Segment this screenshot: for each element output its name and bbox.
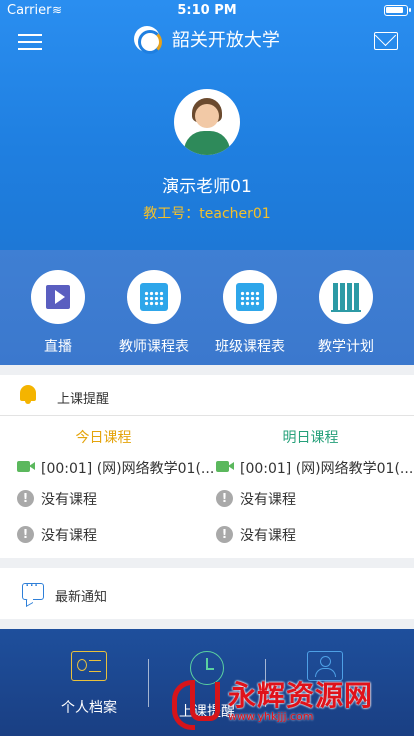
teacher-id-value: teacher01 — [199, 206, 271, 222]
info-icon: ! — [17, 490, 34, 507]
university-logo-icon — [134, 26, 163, 54]
quick-action-class-schedule[interactable]: 班级课程表 — [200, 270, 300, 356]
battery-icon — [384, 5, 411, 16]
info-icon: ! — [216, 490, 233, 507]
today-course-item: ! 没有课程 — [17, 487, 224, 511]
status-bar: Carrier ≋ 5:10 PM — [0, 0, 414, 22]
tomorrow-course-item[interactable]: [00:01] (网)网络教学01(... — [216, 456, 414, 480]
reminder-header[interactable]: 上课提醒 — [0, 375, 414, 416]
latest-notice-bar[interactable]: 最新通知 — [0, 568, 414, 619]
quick-action-label: 班级课程表 — [215, 339, 285, 355]
today-courses-heading: 今日课程 — [75, 430, 132, 446]
info-icon: ! — [17, 526, 34, 543]
mail-icon[interactable] — [374, 32, 398, 50]
teacher-id: 教工号：teacher01 — [0, 203, 414, 223]
quick-actions: 直播 教师课程表 班级课程表 教学计划 — [0, 250, 414, 365]
info-icon: ! — [216, 526, 233, 543]
books-icon — [319, 270, 373, 324]
quick-action-teacher-schedule[interactable]: 教师课程表 — [104, 270, 204, 356]
menu-label: 个人档案 — [61, 700, 117, 716]
watermark-logo-icon — [170, 676, 220, 730]
tomorrow-course-item: ! 没有课程 — [216, 523, 414, 547]
watermark-url: www.yhkjjj.com — [228, 710, 314, 723]
quick-action-label: 直播 — [44, 339, 72, 355]
teacher-id-label: 教工号： — [143, 206, 200, 222]
app-title: 韶关开放大学 — [171, 30, 280, 51]
nav-bar: 韶关开放大学 — [0, 22, 414, 62]
today-course-item: ! 没有课程 — [17, 523, 224, 547]
video-icon — [17, 461, 35, 472]
calendar-icon — [223, 270, 277, 324]
avatar[interactable] — [174, 89, 240, 155]
notice-title: 最新通知 — [55, 590, 108, 605]
play-icon — [31, 270, 85, 324]
quick-action-teaching-plan[interactable]: 教学计划 — [296, 270, 396, 356]
chat-bubble-icon — [22, 578, 44, 600]
bell-icon — [20, 385, 36, 404]
class-reminder-card: 上课提醒 今日课程 明日课程 [00:01] (网)网络教学01(... ! 没… — [0, 375, 414, 558]
menu-personal-profile[interactable]: 个人档案 — [29, 651, 149, 717]
reminder-title: 上课提醒 — [57, 392, 110, 407]
tomorrow-courses-heading: 明日课程 — [282, 430, 339, 446]
today-course-item[interactable]: [00:01] (网)网络教学01(... — [17, 456, 224, 480]
teacher-name: 演示老师01 — [162, 177, 252, 197]
quick-action-label: 教学计划 — [318, 339, 374, 355]
quick-action-label: 教师课程表 — [119, 339, 189, 355]
id-card-icon — [71, 651, 107, 681]
quick-action-live[interactable]: 直播 — [8, 270, 108, 356]
watermark: 永辉资源网 www.yhkjjj.com — [170, 674, 410, 730]
brand-title: 韶关开放大学 — [0, 26, 414, 54]
tomorrow-course-item: ! 没有课程 — [216, 487, 414, 511]
profile-header: Carrier ≋ 5:10 PM 韶关开放大学 演示老师01 教工号：teac… — [0, 0, 414, 250]
watermark-text: 永辉资源网 — [228, 679, 374, 712]
calendar-icon — [127, 270, 181, 324]
video-icon — [216, 461, 234, 472]
clock-time: 5:10 PM — [177, 3, 237, 18]
